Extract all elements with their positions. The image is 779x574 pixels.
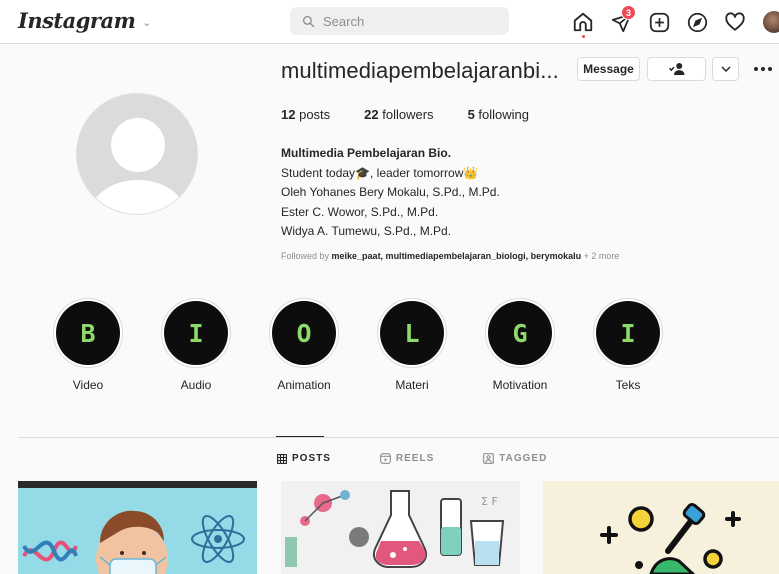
logo-text: Instagram bbox=[18, 8, 136, 33]
tab-posts[interactable]: POSTS bbox=[277, 453, 331, 464]
tab-tagged-label: TAGGED bbox=[499, 453, 548, 464]
post-image-science-icons bbox=[543, 481, 779, 574]
avatar-placeholder-body bbox=[90, 180, 186, 214]
bio-line: Student today🎓, leader tomorrow👑 bbox=[281, 165, 479, 180]
highlight-ring: O bbox=[269, 298, 339, 368]
svg-text:Σ F: Σ F bbox=[481, 495, 498, 508]
instagram-logo[interactable]: Instagram ⌄ bbox=[18, 8, 152, 33]
followers-label: followers bbox=[382, 107, 434, 122]
highlight-ring: I bbox=[161, 298, 231, 368]
highlight-cover: O bbox=[272, 301, 336, 365]
home-button[interactable] bbox=[570, 9, 596, 38]
post-thumbnail[interactable]: Σ F bbox=[281, 481, 520, 574]
story-highlight-audio[interactable]: I Audio bbox=[156, 298, 236, 392]
dot bbox=[761, 67, 765, 71]
top-navigation-bar: Instagram ⌄ 3 bbox=[0, 0, 779, 44]
plus-square-icon bbox=[649, 12, 669, 32]
highlight-cover: I bbox=[596, 301, 660, 365]
following-label: following bbox=[478, 107, 530, 122]
explore-button[interactable] bbox=[684, 9, 710, 35]
highlight-ring: B bbox=[53, 298, 123, 368]
message-button[interactable]: Message bbox=[577, 57, 640, 81]
story-highlight-animation[interactable]: O Animation bbox=[264, 298, 344, 392]
highlight-ring: L bbox=[377, 298, 447, 368]
activity-button[interactable] bbox=[722, 9, 748, 35]
active-tab-indicator bbox=[276, 436, 324, 437]
followers-count: 22 bbox=[364, 107, 379, 122]
highlight-cover: G bbox=[488, 301, 552, 365]
followed-by-more: + 2 more bbox=[581, 251, 620, 261]
highlight-label: Video bbox=[72, 378, 104, 392]
highlight-ring: I bbox=[593, 298, 663, 368]
tag-user-icon bbox=[483, 453, 495, 464]
suggestions-toggle-button[interactable] bbox=[712, 57, 739, 81]
profile-username: multimediapembelajaranbi... bbox=[281, 58, 559, 83]
tab-reels-label: REELS bbox=[395, 453, 435, 464]
tabs-divider bbox=[18, 437, 779, 438]
post-thumbnail[interactable] bbox=[543, 481, 779, 574]
home-icon bbox=[573, 12, 593, 32]
tab-tagged[interactable]: TAGGED bbox=[483, 453, 547, 464]
highlight-cover: I bbox=[164, 301, 228, 365]
new-post-button[interactable] bbox=[646, 9, 672, 35]
story-highlight-motivation[interactable]: G Motivation bbox=[480, 298, 560, 392]
story-highlight-materi[interactable]: L Materi bbox=[372, 298, 452, 392]
posts-count: 12 bbox=[281, 107, 296, 122]
highlight-cover: L bbox=[380, 301, 444, 365]
followed-by-prefix: Followed by bbox=[281, 251, 332, 261]
chevron-down-icon bbox=[720, 65, 731, 72]
following-stat[interactable]: 5 following bbox=[468, 107, 529, 122]
heart-icon bbox=[725, 12, 745, 31]
bio-line: Ester C. Wowor, S.Pd., M.Pd. bbox=[281, 204, 439, 219]
post-thumbnail[interactable] bbox=[18, 481, 257, 574]
posts-label: posts bbox=[299, 107, 331, 122]
post-image-lab-equipment: Σ F bbox=[281, 481, 520, 574]
story-highlight-teks[interactable]: I Teks bbox=[588, 298, 668, 392]
tab-posts-label: POSTS bbox=[292, 453, 331, 464]
profile-tabs: POSTS REELS TAGGED bbox=[277, 453, 596, 464]
post-image-biology-student bbox=[18, 481, 257, 574]
profile-stats: 12 posts 22 followers 5 following bbox=[281, 107, 563, 122]
profile-avatar-button[interactable] bbox=[763, 11, 779, 33]
direct-messages-button[interactable]: 3 bbox=[608, 5, 636, 35]
profile-picture[interactable] bbox=[76, 93, 198, 215]
avatar-placeholder-head bbox=[111, 118, 165, 172]
reels-icon bbox=[379, 453, 391, 464]
followed-by-text[interactable]: Followed by meike_paat, multimediapembel… bbox=[281, 251, 619, 261]
chevron-down-icon[interactable]: ⌄ bbox=[142, 16, 151, 29]
highlight-cover: B bbox=[56, 301, 120, 365]
dot bbox=[754, 67, 758, 71]
search-box[interactable] bbox=[290, 7, 509, 35]
following-status-button[interactable] bbox=[647, 57, 706, 81]
home-active-dot bbox=[582, 35, 585, 38]
compass-icon bbox=[687, 12, 707, 32]
followed-by-names: meike_paat, multimediapembelajaran_biolo… bbox=[331, 251, 582, 261]
posts-stat: 12 posts bbox=[281, 107, 330, 122]
highlight-label: Materi bbox=[395, 378, 429, 392]
search-input[interactable] bbox=[323, 13, 493, 29]
bio-line: Widya A. Tumewu, S.Pd., M.Pd. bbox=[281, 224, 452, 238]
more-options-button[interactable] bbox=[752, 58, 774, 80]
profile-full-name: Multimedia Pembelajaran Bio. bbox=[281, 146, 452, 160]
search-icon bbox=[302, 15, 315, 27]
story-highlight-video[interactable]: B Video bbox=[48, 298, 128, 392]
profile-bio: Multimedia Pembelajaran Bio. Student tod… bbox=[281, 144, 500, 242]
followers-stat[interactable]: 22 followers bbox=[364, 107, 433, 122]
grid-icon bbox=[277, 453, 287, 464]
highlight-ring: G bbox=[485, 298, 555, 368]
bio-line: Oleh Yohanes Bery Mokalu, S.Pd., M.Pd. bbox=[281, 185, 500, 199]
notification-badge: 3 bbox=[621, 5, 636, 20]
highlight-label: Motivation bbox=[492, 378, 548, 392]
highlight-label: Animation bbox=[277, 378, 331, 392]
nav-icons: 3 bbox=[570, 5, 748, 38]
user-check-icon bbox=[668, 63, 684, 75]
highlight-label: Teks bbox=[615, 378, 641, 392]
tab-reels[interactable]: REELS bbox=[379, 453, 435, 464]
highlight-label: Audio bbox=[180, 378, 212, 392]
dot bbox=[768, 67, 772, 71]
following-count: 5 bbox=[467, 107, 475, 122]
